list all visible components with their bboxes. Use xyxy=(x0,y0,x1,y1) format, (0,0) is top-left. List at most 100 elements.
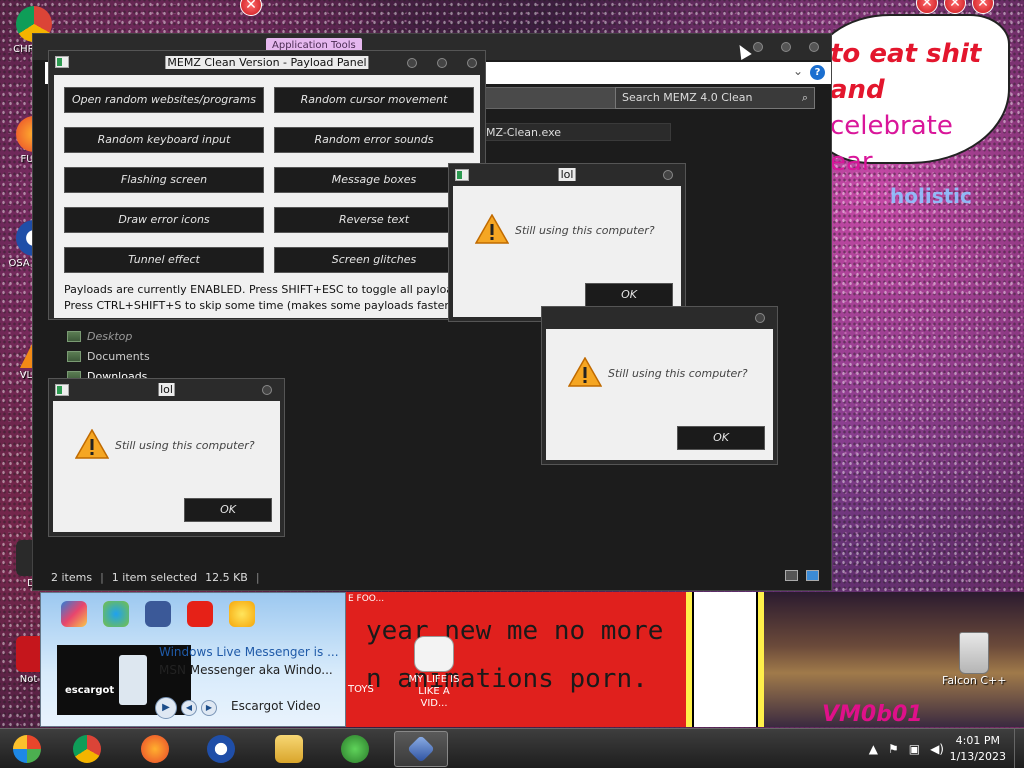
next-icon[interactable]: ▶ xyxy=(201,700,217,716)
bubble-line-2-plain: celebrate xyxy=(830,111,953,141)
dialog-titlebar[interactable]: lol xyxy=(449,164,685,186)
sun-icon[interactable] xyxy=(229,601,255,627)
panel-note-line-2: Press CTRL+SHIFT+S to skip some time (ma… xyxy=(64,299,454,312)
msn-butterfly-icon[interactable] xyxy=(61,601,87,627)
message-dialog[interactable]: Still using this computer? OK xyxy=(541,306,778,465)
maximize-button[interactable] xyxy=(781,42,791,52)
warning-icon xyxy=(75,429,109,459)
nav-item-desktop[interactable]: Desktop xyxy=(67,326,150,346)
taskbar-obama[interactable] xyxy=(194,731,248,767)
payload-button-reverse-text[interactable]: Reverse text xyxy=(274,207,474,233)
large-icons-view-icon[interactable] xyxy=(806,570,819,581)
file-list-row[interactable]: MZ-Clean.exe xyxy=(479,123,671,141)
chrome-icon xyxy=(73,735,101,763)
payload-button-screen-glitches[interactable]: Screen glitches xyxy=(274,247,474,273)
start-button[interactable] xyxy=(0,731,54,767)
close-button[interactable] xyxy=(755,313,765,323)
taskbar: ▲ ⚑ ▣ ◀) 4:01 PM 1/13/2023 xyxy=(0,728,1024,768)
play-icon[interactable]: ▶ xyxy=(155,697,177,719)
dialog-title: lol xyxy=(158,383,175,396)
payload-button-flashing-screen[interactable]: Flashing screen xyxy=(64,167,264,193)
facebook-icon[interactable] xyxy=(145,601,171,627)
payload-button-keyboard-input[interactable]: Random keyboard input xyxy=(64,127,264,153)
edge-icon[interactable] xyxy=(103,601,129,627)
clock-time: 4:01 PM xyxy=(955,734,1000,747)
close-button[interactable] xyxy=(467,58,477,68)
bubble-line-1: to eat shit xyxy=(830,39,982,69)
bubble-line-2-bold: and xyxy=(830,75,885,105)
show-hidden-icons-icon[interactable]: ▲ xyxy=(869,742,878,756)
panel-body: Open random websites/programs Random cur… xyxy=(54,75,480,318)
video-label: Escargot Video xyxy=(231,699,321,713)
search-icon[interactable]: ⌕ xyxy=(802,91,808,105)
ok-button[interactable]: OK xyxy=(585,283,673,307)
payload-button-draw-error-icons[interactable]: Draw error icons xyxy=(64,207,264,233)
payload-button-error-sounds[interactable]: Random error sounds xyxy=(274,127,474,153)
system-tray: ▲ ⚑ ▣ ◀) xyxy=(869,742,944,756)
flag-icon[interactable]: ⚑ xyxy=(888,742,899,756)
chevron-down-icon[interactable]: ⌄ xyxy=(793,64,803,78)
msn-widget[interactable]: escargot Windows Live Messenger is ... M… xyxy=(40,592,346,727)
window-controls xyxy=(753,42,819,52)
address-bar[interactable]: ↻ xyxy=(481,87,631,109)
ok-button[interactable]: OK xyxy=(184,498,272,522)
details-view-icon[interactable] xyxy=(785,570,798,581)
minimize-button[interactable] xyxy=(407,58,417,68)
clock[interactable]: 4:01 PM 1/13/2023 xyxy=(950,733,1006,765)
photo-text: VM0b01 xyxy=(822,702,923,727)
panel-titlebar[interactable]: MEMZ Clean Version - Payload Panel xyxy=(49,51,485,75)
show-desktop-button[interactable] xyxy=(1014,729,1024,768)
desktop-icon-label: MY LIFE IS LIKE A VID... xyxy=(408,674,460,709)
payload-panel-window[interactable]: MEMZ Clean Version - Payload Panel Open … xyxy=(48,50,486,320)
ok-button[interactable]: OK xyxy=(677,426,765,450)
close-button[interactable] xyxy=(262,385,272,395)
message-dialog[interactable]: lol Still using this computer? OK xyxy=(48,378,285,537)
payload-button-open-websites[interactable]: Open random websites/programs xyxy=(64,87,264,113)
nav-item-documents[interactable]: Documents xyxy=(67,346,150,366)
panel-title: MEMZ Clean Version - Payload Panel xyxy=(165,56,369,69)
msn-subtitle: MSN Messenger aka Windo... xyxy=(159,663,333,677)
previous-icon[interactable]: ◀ xyxy=(181,700,197,716)
nav-label: Desktop xyxy=(87,329,133,343)
dialog-body: Still using this computer? OK xyxy=(53,401,280,532)
taskbar-chrome[interactable] xyxy=(60,731,114,767)
memz-icon xyxy=(407,735,435,763)
taskbar-explorer[interactable] xyxy=(262,731,316,767)
close-button[interactable] xyxy=(663,170,673,180)
msn-title[interactable]: Windows Live Messenger is ... xyxy=(159,645,339,659)
dialog-message: Still using this computer? xyxy=(115,439,255,452)
status-size: 12.5 KB xyxy=(205,571,248,584)
taskbar-memz[interactable] xyxy=(394,731,448,767)
message-dialog[interactable]: lol Still using this computer? OK xyxy=(448,163,686,322)
desktop-icon-game[interactable]: MY LIFE IS LIKE A VID... xyxy=(404,636,464,710)
payload-button-cursor-movement[interactable]: Random cursor movement xyxy=(274,87,474,113)
taskbar-firefox[interactable] xyxy=(128,731,182,767)
help-icon[interactable]: ? xyxy=(810,65,825,80)
taskbar-users[interactable] xyxy=(328,731,382,767)
desktop-icon-recycle-bin[interactable]: Falcon C++ xyxy=(942,632,1006,687)
recycle-bin-icon xyxy=(959,632,989,674)
navigation-pane: Desktop Documents Downloads xyxy=(67,326,150,386)
dialog-titlebar[interactable]: lol xyxy=(49,379,284,401)
status-bar: 2 items | 1 item selected 12.5 KB | xyxy=(51,571,260,584)
dialog-message: Still using this computer? xyxy=(515,224,655,237)
youtube-icon[interactable] xyxy=(187,601,213,627)
gamepad-icon xyxy=(414,636,454,672)
dialog-titlebar[interactable] xyxy=(542,307,777,329)
dialog-body: Still using this computer? OK xyxy=(453,186,681,317)
wallpaper-text: holistic xyxy=(890,184,972,208)
folder-icon xyxy=(67,330,81,342)
payload-button-message-boxes[interactable]: Message boxes xyxy=(274,167,474,193)
search-input[interactable]: Search MEMZ 4.0 Clean ⌕ xyxy=(615,87,815,109)
minimize-button[interactable] xyxy=(753,42,763,52)
obama-logo-icon xyxy=(207,735,235,763)
app-icon xyxy=(455,169,469,181)
volume-icon[interactable]: ◀) xyxy=(930,742,944,756)
payload-button-tunnel-effect[interactable]: Tunnel effect xyxy=(64,247,264,273)
msn-icon-row xyxy=(61,601,255,627)
comic-panel xyxy=(692,592,758,727)
network-icon[interactable]: ▣ xyxy=(909,742,920,756)
panel-note: Payloads are currently ENABLED. Press SH… xyxy=(64,282,470,314)
close-button[interactable] xyxy=(809,42,819,52)
maximize-button[interactable] xyxy=(437,58,447,68)
